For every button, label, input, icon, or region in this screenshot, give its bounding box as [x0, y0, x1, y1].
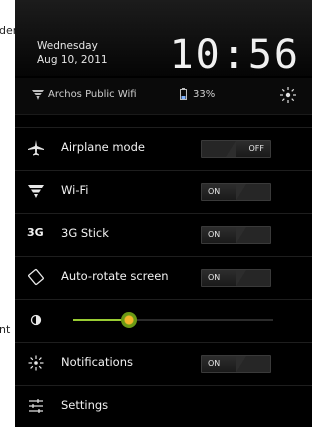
notification-icon: [28, 355, 44, 371]
panel-header: Wednesday Aug 10, 2011 10:56: [15, 0, 312, 78]
brightness-slider[interactable]: [73, 312, 273, 328]
wifi-icon: [32, 90, 44, 100]
notifications-toggle[interactable]: ON: [201, 355, 271, 373]
airplane-mode-toggle[interactable]: OFF: [201, 140, 271, 158]
toggle-state: OFF: [236, 141, 270, 157]
auto-rotate-label: Auto-rotate screen: [61, 269, 169, 283]
toggle-state: ON: [202, 270, 236, 286]
auto-rotate-toggle[interactable]: ON: [201, 269, 271, 287]
toggle-state: ON: [202, 356, 236, 372]
background-home-edge: den nt: [0, 0, 20, 427]
wifi-label: Wi-Fi: [61, 183, 89, 197]
notification-panel: Wednesday Aug 10, 2011 10:56 Archos Publ…: [15, 0, 312, 427]
notifications-row[interactable]: Notifications ON: [15, 342, 312, 383]
airplane-mode-row[interactable]: Airplane mode OFF: [15, 127, 312, 168]
date-day: Wednesday: [37, 40, 98, 52]
battery-percent: 33%: [193, 89, 216, 100]
background-text-fragment: nt: [0, 323, 11, 336]
airplane-mode-label: Airplane mode: [61, 140, 145, 154]
brightness-quick-icon[interactable]: [278, 85, 298, 105]
3g-stick-label: 3G Stick: [61, 226, 109, 240]
toggle-state: ON: [202, 227, 236, 243]
brightness-row: [15, 299, 312, 340]
network-name: Archos Public Wifi: [48, 89, 137, 100]
toggle-state: ON: [202, 184, 236, 200]
clock: 10:56: [169, 32, 300, 78]
wifi-toggle[interactable]: ON: [201, 183, 271, 201]
battery-icon: [180, 88, 187, 100]
settings-label: Settings: [61, 398, 109, 412]
3g-stick-row[interactable]: 3G 3G Stick ON: [15, 213, 312, 254]
3g-stick-toggle[interactable]: ON: [201, 226, 271, 244]
wifi-icon: [28, 185, 44, 198]
status-bar: Archos Public Wifi 33%: [15, 78, 312, 115]
brightness-slider-thumb[interactable]: [121, 312, 137, 328]
settings-sliders-icon: [29, 399, 43, 413]
3g-icon: 3G: [27, 226, 44, 239]
rotate-icon: [28, 268, 44, 286]
notifications-label: Notifications: [61, 355, 133, 369]
auto-rotate-row[interactable]: Auto-rotate screen ON: [15, 256, 312, 297]
wifi-row[interactable]: Wi-Fi ON: [15, 170, 312, 211]
brightness-icon: [30, 314, 42, 326]
airplane-icon: [28, 140, 44, 156]
settings-row[interactable]: Settings: [15, 385, 312, 426]
date-full: Aug 10, 2011: [37, 54, 108, 66]
